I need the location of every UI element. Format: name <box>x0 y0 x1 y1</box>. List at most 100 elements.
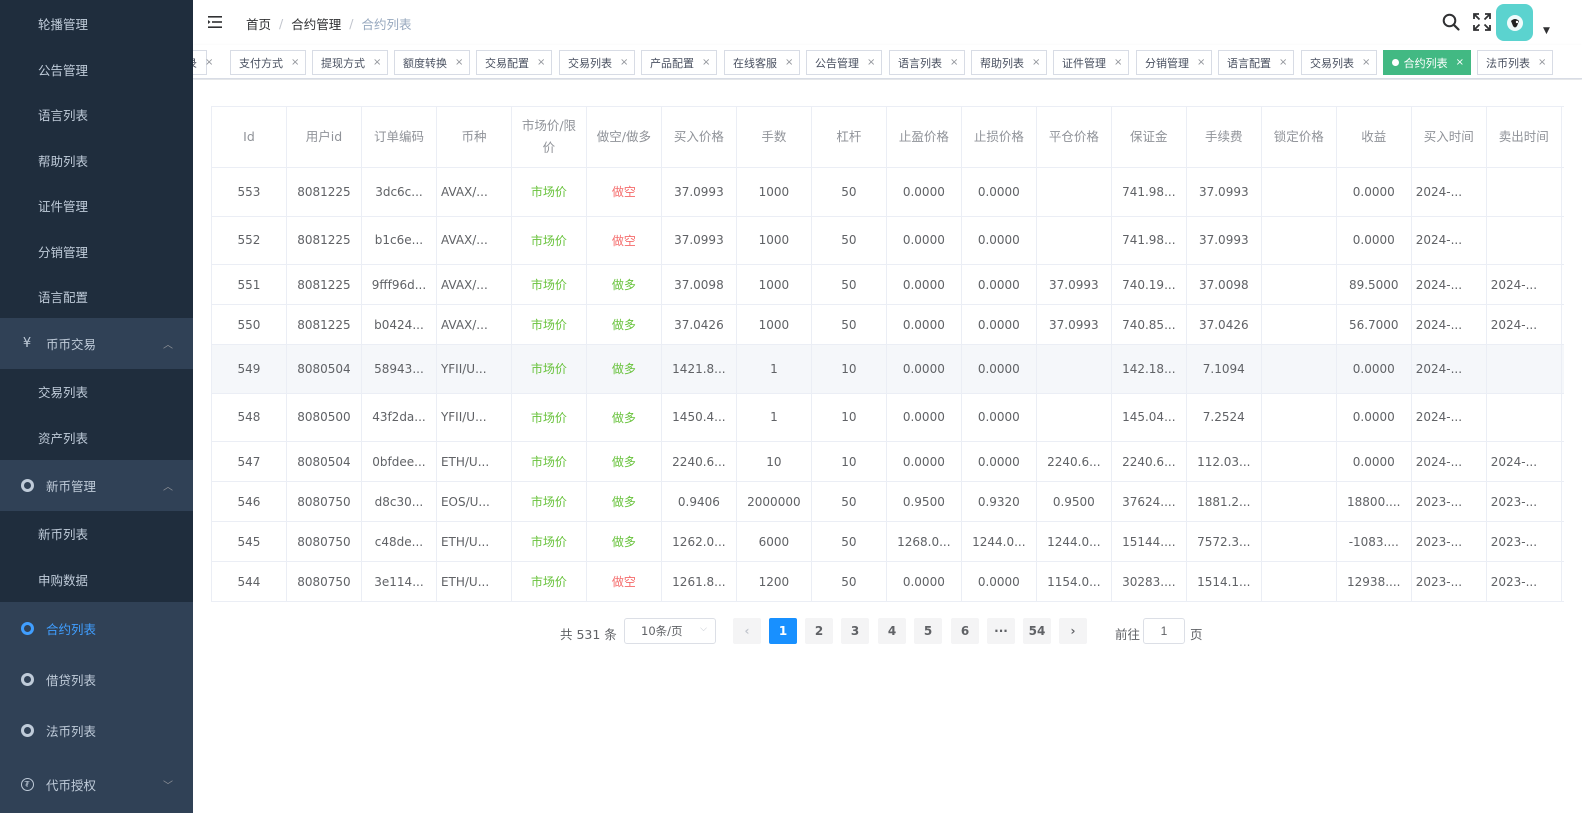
tab-tag[interactable]: 公告管理 × <box>806 50 882 75</box>
close-icon[interactable]: × <box>950 57 958 68</box>
breadcrumb-contract-management[interactable]: 合约管理 <box>291 14 341 33</box>
close-icon[interactable]: × <box>1362 57 1370 68</box>
close-icon[interactable]: × <box>205 57 213 68</box>
close-icon[interactable]: × <box>455 57 463 68</box>
table-row[interactable]: 547 8080504 0bfdee... ETH/U... 市场价 做多 2240.6..… <box>211 441 1564 482</box>
sidebar-item[interactable]: 资产列表 <box>0 414 193 460</box>
page-number-button[interactable]: 4 <box>878 618 906 644</box>
page-size-select[interactable]: 10条/页 ⌵ <box>624 618 716 644</box>
close-icon[interactable]: × <box>1538 57 1546 68</box>
tab-tag[interactable]: 分销管理 × <box>1136 50 1212 75</box>
sidebar-item[interactable]: 分销管理 <box>0 228 193 274</box>
tab-tag[interactable]: 提现方式 × <box>312 50 388 75</box>
tab-tag[interactable]: 帮助列表 × <box>971 50 1047 75</box>
column-header[interactable]: 止损价格 <box>961 106 1037 168</box>
column-header[interactable]: 订单编码 <box>361 106 437 168</box>
table-row[interactable]: 544 8080750 3e114... ETH/U... 市场价 做空 1261.8...… <box>211 561 1564 602</box>
close-icon[interactable]: × <box>1456 57 1464 68</box>
sidebar-item[interactable]: 借贷列表 <box>0 654 193 704</box>
sidebar-item[interactable]: 帮助列表 <box>0 137 193 183</box>
hamburger-icon[interactable] <box>207 13 225 31</box>
tab-tag[interactable]: 产品配置 × <box>641 50 717 75</box>
tab-tag[interactable]: 交易列表 × <box>1301 50 1377 75</box>
tab-tag[interactable]: 合约列表 × <box>1383 50 1471 75</box>
next-page-button[interactable]: › <box>1059 618 1087 644</box>
goto-page-input[interactable] <box>1143 618 1185 644</box>
search-icon[interactable] <box>1441 12 1461 32</box>
column-header[interactable]: 买入时间 <box>1411 106 1487 168</box>
table-row[interactable]: 551 8081225 9fff96d... AVAX/... 市场价 做多 37.0098… <box>211 264 1564 305</box>
fullscreen-icon[interactable] <box>1472 12 1492 32</box>
close-icon[interactable]: × <box>1032 57 1040 68</box>
tab-tag[interactable]: 交易配置 × <box>476 50 552 75</box>
table-row[interactable]: 553 8081225 3dc6c... AVAX/... 市场价 做空 37.0993 10… <box>211 167 1564 217</box>
tab-tag[interactable]: 交易列表 × <box>559 50 635 75</box>
column-header[interactable]: 平仓价格 <box>1036 106 1112 168</box>
column-header[interactable]: 做空/做多 <box>586 106 662 168</box>
table-cell: 0bfdee... <box>361 441 437 482</box>
table-row[interactable]: 545 8080750 c48de... ETH/U... 市场价 做多 1262.0...… <box>211 521 1564 562</box>
close-icon[interactable]: × <box>867 57 875 68</box>
close-icon[interactable]: × <box>1279 57 1287 68</box>
close-icon[interactable]: × <box>373 57 381 68</box>
column-header[interactable]: 杠杆 <box>811 106 887 168</box>
column-header[interactable]: 买入价格 <box>661 106 737 168</box>
column-header[interactable]: 用户id <box>286 106 362 168</box>
sidebar-item[interactable]: 新币列表 <box>0 511 193 556</box>
tab-tag[interactable]: 证件管理 × <box>1053 50 1129 75</box>
close-icon[interactable]: × <box>620 57 628 68</box>
sidebar-item[interactable]: ₮ 代币授权 ﹀ <box>0 756 193 813</box>
close-icon[interactable]: × <box>785 57 793 68</box>
tab-tag[interactable]: 语言列表 × <box>889 50 965 75</box>
close-icon[interactable]: × <box>702 57 710 68</box>
page-number-button[interactable]: 54 <box>1023 618 1051 644</box>
table-row[interactable]: 549 8080504 58943... YFII/U... 市场价 做多 1421.8..… <box>211 344 1564 394</box>
sidebar-item[interactable]: 公告管理 <box>0 46 193 92</box>
column-header[interactable]: 锁定价格 <box>1261 106 1337 168</box>
column-header[interactable]: 保证金 <box>1111 106 1187 168</box>
tab-tag[interactable]: 在线客服 × <box>724 50 800 75</box>
column-header[interactable]: 止盈价格 <box>886 106 962 168</box>
sidebar-item[interactable]: 法币列表 <box>0 704 193 756</box>
sidebar-item[interactable]: 证件管理 <box>0 183 193 228</box>
sidebar-item[interactable]: 申购数据 <box>0 556 193 602</box>
sidebar-item[interactable]: 语言列表 <box>0 92 193 137</box>
page-number-button[interactable]: 3 <box>841 618 869 644</box>
page-number-button[interactable]: 6 <box>951 618 979 644</box>
column-header[interactable]: 币种 <box>436 106 512 168</box>
table-row[interactable]: 546 8080750 d8c30... EOS/U... 市场价 做多 0.9406 200… <box>211 481 1564 522</box>
table-row[interactable]: 552 8081225 b1c6e... AVAX/... 市场价 做空 37.0993 10… <box>211 216 1564 265</box>
prev-page-button[interactable]: ‹ <box>733 618 761 644</box>
page-number-button[interactable]: 1 <box>769 618 797 644</box>
avatar[interactable] <box>1496 4 1533 41</box>
close-icon[interactable]: × <box>1114 57 1122 68</box>
more-pages-button[interactable]: ··· <box>987 618 1015 644</box>
sidebar-item[interactable]: 交易列表 <box>0 369 193 414</box>
sidebar-item[interactable]: 语言配置 <box>0 274 193 318</box>
column-header[interactable]: 卖出时间 <box>1486 106 1562 168</box>
tab-tag[interactable]: 语言配置 × <box>1218 50 1294 75</box>
close-icon[interactable]: × <box>291 57 299 68</box>
column-header[interactable]: 市场价/限价 <box>511 106 587 168</box>
sidebar-item[interactable]: 合约列表 <box>0 602 193 654</box>
sidebar-item[interactable]: ¥ 币币交易 ︿ <box>0 318 193 369</box>
page-number-button[interactable]: 2 <box>805 618 833 644</box>
tab-tag[interactable]: 支付方式 × <box>230 50 306 75</box>
column-header[interactable]: 手续费 <box>1186 106 1262 168</box>
breadcrumb-home[interactable]: 首页 <box>246 14 271 33</box>
sidebar-item[interactable]: 轮播管理 <box>0 0 193 46</box>
tab-tag[interactable]: 额度转换 × <box>394 50 470 75</box>
column-header[interactable]: 状态 <box>1561 106 1564 168</box>
close-icon[interactable]: × <box>1197 57 1205 68</box>
tab-tag[interactable]: 法币列表 × <box>1477 50 1553 75</box>
sidebar-item[interactable]: 新币管理 ︿ <box>0 460 193 511</box>
tab-tag[interactable]: 录× <box>193 50 213 75</box>
close-icon[interactable]: × <box>537 57 545 68</box>
column-header[interactable]: Id <box>211 106 287 168</box>
table-row[interactable]: 548 8080500 43f2da... YFII/U... 市场价 做多 1450.4.… <box>211 393 1564 442</box>
avatar-caret-icon[interactable]: ▼ <box>1543 26 1550 36</box>
table-row[interactable]: 550 8081225 b0424... AVAX/... 市场价 做多 37.0426 10… <box>211 304 1564 345</box>
page-number-button[interactable]: 5 <box>914 618 942 644</box>
column-header[interactable]: 收益 <box>1336 106 1412 168</box>
column-header[interactable]: 手数 <box>736 106 812 168</box>
